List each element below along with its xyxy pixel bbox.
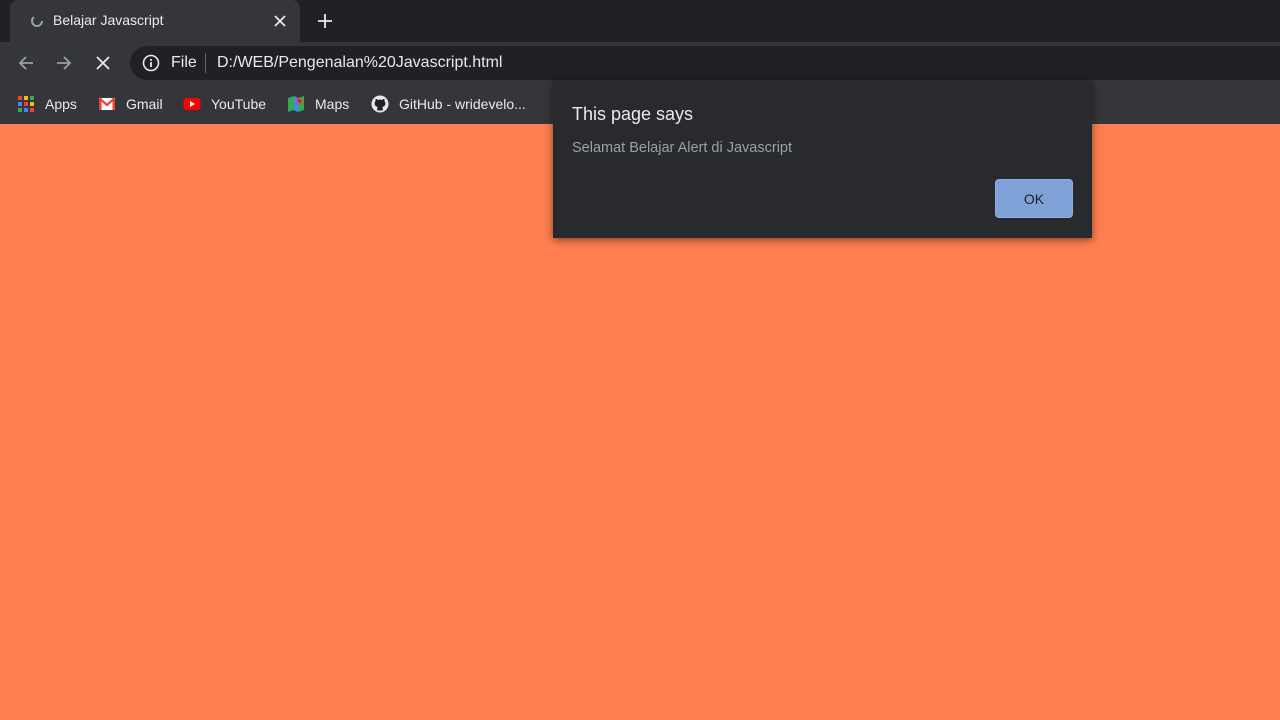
forward-arrow-icon[interactable] — [51, 50, 77, 76]
back-arrow-icon[interactable] — [13, 50, 39, 76]
tab-belajar-javascript[interactable]: Belajar Javascript — [10, 0, 300, 42]
plus-icon[interactable] — [312, 8, 338, 34]
address-bar[interactable]: File D:/WEB/Pengenalan%20Javascript.html — [130, 46, 1280, 80]
maps-icon — [288, 96, 304, 112]
bookmark-apps[interactable]: Apps — [17, 92, 77, 116]
apps-grid-icon — [18, 96, 34, 112]
dialog-title: This page says — [572, 104, 694, 124]
stop-icon[interactable] — [90, 50, 116, 76]
bookmark-youtube[interactable]: YouTube — [183, 92, 266, 116]
github-icon — [371, 95, 389, 113]
alert-dialog: This page says Selamat Belajar Alert di … — [553, 80, 1092, 238]
bookmark-maps[interactable]: Maps — [287, 92, 349, 116]
bookmark-label: Apps — [45, 96, 77, 112]
url-text[interactable]: D:/WEB/Pengenalan%20Javascript.html — [217, 54, 502, 72]
youtube-icon — [183, 98, 201, 110]
close-icon[interactable] — [268, 9, 292, 33]
info-icon[interactable] — [142, 54, 160, 72]
loading-spinner-icon — [28, 12, 46, 30]
bookmark-gmail[interactable]: Gmail — [98, 92, 163, 116]
scheme-label: File — [171, 54, 197, 71]
bookmark-github[interactable]: GitHub - wridevelo... — [371, 92, 526, 116]
bookmark-label: GitHub - wridevelo... — [399, 96, 526, 112]
omnibox-separator — [205, 53, 206, 73]
toolbar: File D:/WEB/Pengenalan%20Javascript.html — [0, 42, 1280, 84]
tab-strip: Belajar Javascript — [0, 0, 1280, 42]
dialog-message: Selamat Belajar Alert di Javascript — [572, 140, 793, 156]
tab-title: Belajar Javascript — [53, 12, 164, 28]
bookmark-label: Maps — [315, 96, 350, 112]
gmail-icon — [98, 97, 116, 110]
bookmark-label: YouTube — [211, 96, 267, 112]
ok-button[interactable]: OK — [995, 179, 1073, 218]
bookmark-label: Gmail — [126, 96, 163, 112]
